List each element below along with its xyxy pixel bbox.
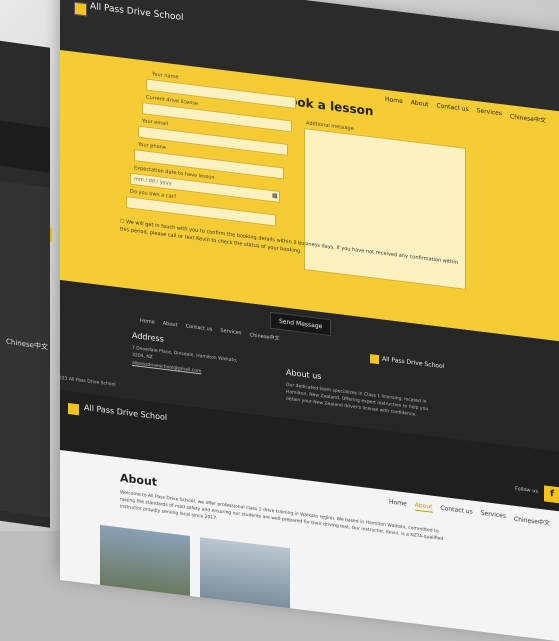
back-nav-chinese[interactable]: Chinese中文: [6, 337, 48, 353]
footer-logo-icon: [370, 354, 379, 365]
about-title: About: [120, 471, 158, 489]
about-us-text: Our dedicated team specializes in Class …: [286, 382, 429, 418]
nav-chinese[interactable]: Chinese中文: [510, 111, 546, 124]
about-nav-home[interactable]: Home: [389, 498, 407, 509]
send-message-button[interactable]: Send Message: [270, 311, 332, 337]
about-nav: Home About Contact us Services Chinese中文: [389, 498, 550, 527]
footer-nav-home[interactable]: Home: [140, 318, 155, 327]
address-title: Address: [132, 330, 164, 344]
about-nav-services[interactable]: Services: [481, 510, 506, 522]
about-content: Home About Contact us Services Chinese中文…: [60, 450, 559, 641]
about-us-title: About us: [286, 367, 322, 382]
about-logo-icon: [68, 402, 79, 416]
brand-name[interactable]: All Pass Drive School: [90, 2, 184, 23]
about-nav-contact[interactable]: Contact us: [441, 505, 473, 518]
footer-brand[interactable]: All Pass Drive School: [382, 356, 444, 371]
nav-contact[interactable]: Contact us: [437, 102, 469, 115]
calendar-icon[interactable]: ▦: [272, 192, 278, 200]
back-body: Chinese中文: [0, 172, 50, 518]
background-mockup-left: Follow us f Chinese中文: [0, 32, 52, 528]
about-nav-about[interactable]: About: [414, 501, 433, 513]
about-nav-chinese[interactable]: Chinese中文: [514, 514, 550, 527]
follow-label: Follow us: [514, 485, 538, 495]
car-logo-icon: [74, 1, 87, 17]
website-mockup: All Pass Drive School Home About Contact…: [50, 0, 559, 641]
footer-nav-chinese[interactable]: Chinese中文: [249, 331, 279, 342]
copyright: © 2023 All Pass Drive School: [50, 374, 116, 388]
facebook-icon[interactable]: f: [544, 485, 559, 504]
footer-nav-about[interactable]: About: [163, 321, 178, 330]
about-photo: [200, 537, 290, 609]
about-photo: [100, 524, 190, 596]
about-brand[interactable]: All Pass Drive School: [84, 403, 167, 422]
nav-services[interactable]: Services: [477, 107, 502, 119]
nav-home[interactable]: Home: [385, 96, 403, 107]
footer-nav-contact[interactable]: Contact us: [186, 323, 213, 333]
nav-about[interactable]: About: [411, 99, 429, 110]
footer-nav-services[interactable]: Services: [220, 328, 241, 338]
back-header: Follow us f: [0, 112, 52, 243]
